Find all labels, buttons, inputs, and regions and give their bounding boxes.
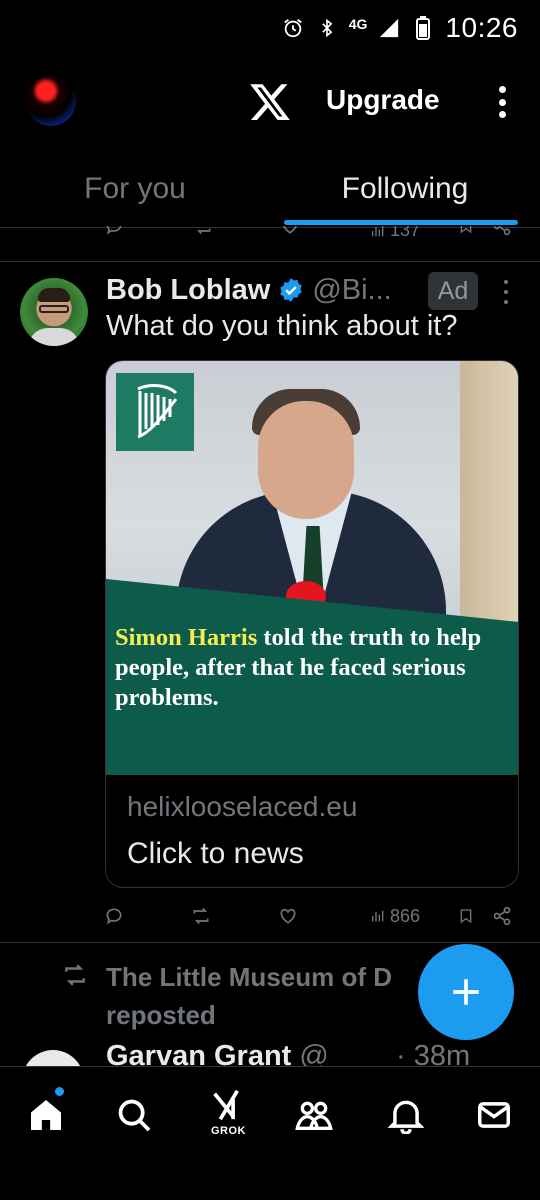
like-icon[interactable] [278, 904, 298, 928]
views-count[interactable]: 866 [370, 904, 420, 928]
bookmark-icon[interactable] [458, 226, 474, 241]
tweet-author-avatar[interactable] [20, 278, 88, 346]
link-card[interactable]: Simon Harris told the truth to help peop… [105, 360, 519, 888]
divider [0, 942, 540, 943]
grok-icon[interactable] [204, 1083, 248, 1127]
reply-icon[interactable] [104, 226, 124, 241]
compose-button[interactable] [418, 944, 514, 1040]
caption-highlight: Simon Harris [115, 624, 258, 651]
tweet-text: What do you think about it? [106, 310, 458, 342]
bookmark-icon[interactable] [458, 904, 474, 928]
home-icon[interactable] [24, 1093, 68, 1137]
bottom-navigation: GROK [0, 1066, 540, 1200]
verified-badge-icon [278, 277, 304, 303]
harp-logo-icon [116, 373, 194, 451]
repost-context-line2: reposted [106, 1000, 216, 1030]
tweet-author-handle: @Bi... [312, 273, 392, 306]
top-bar: Upgrade [0, 62, 540, 142]
plus-icon [453, 979, 479, 1005]
views-count[interactable]: 137 [370, 226, 420, 241]
tweet-more-icon[interactable] [500, 280, 512, 304]
notifications-icon[interactable] [384, 1093, 428, 1137]
clock: 10:26 [445, 12, 518, 43]
views-value: 866 [390, 905, 421, 926]
tweet-header: Bob Loblaw @Bi... [106, 270, 392, 310]
grok-label: GROK [211, 1125, 246, 1137]
card-title: Click to news [127, 837, 304, 870]
views-value: 137 [390, 226, 421, 240]
messages-icon[interactable] [472, 1093, 516, 1137]
overflow-menu-icon[interactable] [490, 80, 514, 124]
tweet-author-name[interactable]: Bob Loblaw [106, 274, 270, 307]
alarm-icon [281, 16, 305, 40]
profile-avatar[interactable] [26, 76, 76, 126]
tab-for-you[interactable]: For you [0, 160, 270, 227]
status-bar: 4G 10:26 [0, 0, 540, 56]
tab-label: For you [84, 172, 186, 205]
card-image: Simon Harris told the truth to help peop… [106, 361, 518, 775]
tab-following[interactable]: Following [270, 160, 540, 227]
upgrade-button[interactable]: Upgrade [326, 84, 440, 116]
repost-icon[interactable] [190, 904, 212, 928]
like-icon[interactable] [280, 226, 300, 241]
search-icon[interactable] [112, 1093, 156, 1137]
repost-icon[interactable] [192, 226, 214, 241]
bluetooth-icon [315, 16, 339, 40]
previous-tweet-actions: 137 [0, 226, 540, 262]
tweet-actions: 866 [104, 898, 524, 934]
share-icon[interactable] [492, 904, 512, 928]
card-domain: helixlooselaced.eu [127, 791, 358, 822]
network-type: 4G [348, 16, 368, 32]
reply-icon[interactable] [104, 904, 124, 928]
battery-icon [411, 16, 435, 40]
unread-dot [55, 1087, 64, 1096]
feed-tabs: For you Following [0, 160, 540, 228]
tab-label: Following [341, 172, 469, 205]
active-tab-indicator [284, 220, 518, 225]
views-icon [372, 910, 384, 922]
ad-badge: Ad [428, 272, 478, 310]
signal-icon [377, 16, 401, 40]
x-logo-icon[interactable] [248, 80, 292, 124]
repost-context-line1: The Little Museum of D [106, 962, 392, 992]
repost-context[interactable]: The Little Museum of D reposted [106, 958, 426, 1034]
card-image-caption: Simon Harris told the truth to help peop… [115, 623, 515, 713]
repost-indicator-icon [62, 962, 88, 988]
views-icon [372, 226, 384, 236]
share-icon[interactable] [492, 226, 512, 241]
communities-icon[interactable] [292, 1093, 336, 1137]
